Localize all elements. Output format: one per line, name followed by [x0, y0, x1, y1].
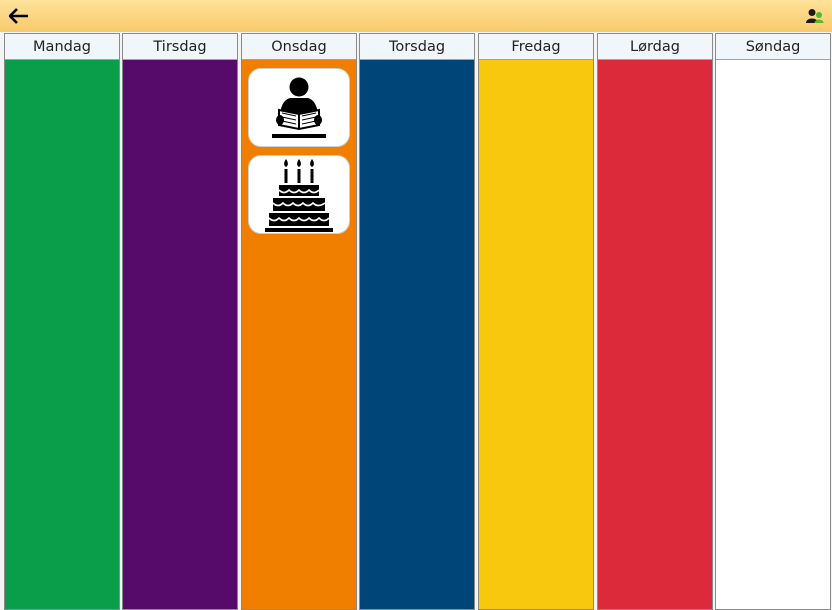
week-board: Mandag Tirsdag Onsdag Torsdag Fredag Lør…: [0, 32, 832, 610]
day-body-onsdag[interactable]: [242, 60, 356, 609]
activity-card-birthday[interactable]: [248, 155, 350, 234]
day-header-onsdag: Onsdag: [242, 34, 356, 60]
day-header-mandag: Mandag: [5, 34, 119, 60]
day-body-fredag[interactable]: [479, 60, 593, 609]
top-toolbar: [0, 0, 832, 32]
day-column-tirsdag[interactable]: Tirsdag: [122, 33, 238, 610]
arrow-left-icon: [9, 8, 28, 24]
day-body-sondag[interactable]: [716, 60, 830, 609]
user-switch-icon: [806, 9, 824, 23]
day-header-fredag: Fredag: [479, 34, 593, 60]
person-reading-icon: [272, 77, 326, 138]
day-body-mandag[interactable]: [5, 60, 119, 609]
day-column-onsdag[interactable]: Onsdag: [241, 33, 357, 610]
day-body-tirsdag[interactable]: [123, 60, 237, 609]
day-header-tirsdag: Tirsdag: [123, 34, 237, 60]
day-column-torsdag[interactable]: Torsdag: [359, 33, 475, 610]
day-column-fredag[interactable]: Fredag: [478, 33, 594, 610]
day-header-sondag: Søndag: [716, 34, 830, 60]
activity-card-reading[interactable]: [248, 68, 350, 147]
day-header-torsdag: Torsdag: [360, 34, 474, 60]
day-column-sondag[interactable]: Søndag: [715, 33, 831, 610]
birthday-cake-icon: [265, 158, 333, 232]
day-body-lordag[interactable]: [598, 60, 712, 609]
switch-user-button[interactable]: [804, 5, 826, 27]
day-body-torsdag[interactable]: [360, 60, 474, 609]
day-column-lordag[interactable]: Lørdag: [597, 33, 713, 610]
day-column-mandag[interactable]: Mandag: [4, 33, 120, 610]
day-header-lordag: Lørdag: [598, 34, 712, 60]
back-button[interactable]: [6, 4, 32, 28]
